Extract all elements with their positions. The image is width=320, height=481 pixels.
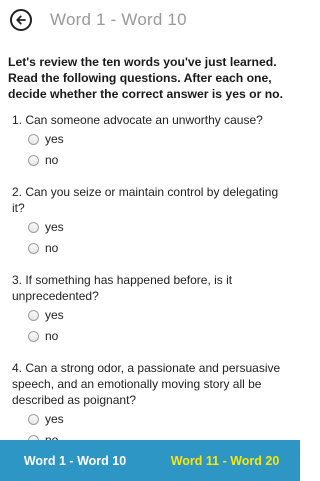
footer-tab-bar: Word 1 - Word 10 Word 11 - Word 20 <box>0 440 300 481</box>
option-label: no <box>45 329 59 343</box>
radio-button[interactable] <box>28 155 39 166</box>
option-label: no <box>45 241 59 255</box>
question-3: 3. If something has happened before, is … <box>12 273 233 303</box>
option-label: yes <box>45 412 64 426</box>
question-1: 1. Can someone advocate an unworthy caus… <box>12 113 263 127</box>
back-button[interactable] <box>10 9 32 31</box>
option-q4-yes[interactable]: yes <box>28 410 300 431</box>
header-bar: Word 1 - Word 10 <box>0 0 300 44</box>
back-arrow-icon <box>16 15 26 25</box>
radio-button[interactable] <box>28 243 39 254</box>
radio-button[interactable] <box>28 414 39 425</box>
question-4: 4. Can a strong odor, a passionate and p… <box>12 361 281 407</box>
option-q2-yes[interactable]: yes <box>28 218 300 239</box>
option-label: yes <box>45 132 64 146</box>
radio-button[interactable] <box>28 310 39 321</box>
option-label: yes <box>45 220 64 234</box>
tab-word-11-20[interactable]: Word 11 - Word 20 <box>150 454 300 468</box>
tab-word-1-10[interactable]: Word 1 - Word 10 <box>0 454 150 468</box>
question-2: 2. Can you seize or maintain control by … <box>12 185 279 215</box>
option-label: yes <box>45 308 64 322</box>
radio-button[interactable] <box>28 134 39 145</box>
radio-button[interactable] <box>28 331 39 342</box>
intro-text: Let's review the ten words you've just l… <box>8 55 283 101</box>
option-label: no <box>45 153 59 167</box>
quiz-content: Let's review the ten words you've just l… <box>0 54 300 452</box>
page-title: Word 1 - Word 10 <box>50 10 187 29</box>
option-q3-no[interactable]: no <box>28 327 300 348</box>
radio-button[interactable] <box>28 222 39 233</box>
option-q2-no[interactable]: no <box>28 239 300 260</box>
option-q3-yes[interactable]: yes <box>28 306 300 327</box>
option-q1-no[interactable]: no <box>28 151 300 172</box>
option-q1-yes[interactable]: yes <box>28 130 300 151</box>
